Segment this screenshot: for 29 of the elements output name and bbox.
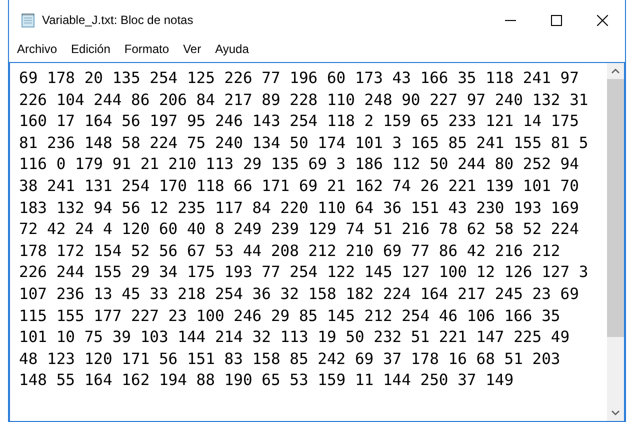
menu-item[interactable]: Formato <box>117 40 176 58</box>
scroll-up-icon[interactable] <box>611 68 620 74</box>
text-editor[interactable] <box>9 62 625 422</box>
text-line: 116 0 179 91 21 210 113 29 135 69 3 186 112 50 244 80 252 94 <box>19 154 579 176</box>
notepad-icon <box>20 12 36 28</box>
menu-item[interactable]: Edición <box>64 40 118 58</box>
text-line: 115 155 177 227 23 100 246 29 85 145 212 254 46 106 166 35 <box>19 306 560 327</box>
menu-item[interactable]: Ver <box>176 40 208 58</box>
text-line: 160 17 164 56 197 95 246 143 254 118 2 159 65 233 121 14 175 <box>19 111 579 132</box>
text-line: 183 132 94 56 12 235 117 84 220 110 64 36 151 43 230 193 169 <box>19 198 579 219</box>
maximize-icon <box>550 14 562 26</box>
close-icon <box>596 14 608 26</box>
window-title: Variable_J.txt: Bloc de notas <box>42 12 194 29</box>
scroll-down-icon[interactable] <box>611 410 620 416</box>
scrollbar-thumb[interactable] <box>607 79 624 337</box>
text-line: 48 123 120 171 56 151 83 158 85 242 69 37 178 16 68 51 203 <box>19 348 560 370</box>
text-line: 178 172 154 52 56 67 53 44 208 212 210 69 77 86 42 216 212 <box>19 240 560 262</box>
text-line: 107 236 13 45 33 218 254 36 32 158 182 224 164 217 245 23 69 <box>19 284 579 305</box>
scrollbar[interactable] <box>607 63 624 421</box>
text-line: 101 10 75 39 103 144 214 32 113 19 50 232 51 221 147 225 49 <box>19 327 570 348</box>
menu-item[interactable]: Ayuda <box>208 40 256 58</box>
text-line: 226 104 244 86 206 84 217 89 228 110 248 90 227 97 240 132 31 <box>19 90 588 111</box>
text-line: 72 42 24 4 120 60 40 8 249 239 129 74 51 216 78 62 58 52 224 <box>19 219 579 240</box>
text-line: 81 236 148 58 224 75 240 134 50 174 101 3 165 85 241 155 81 5 <box>19 132 588 154</box>
text-line: 69 178 20 135 254 125 226 77 196 60 173 43 166 35 118 241 97 <box>19 68 579 89</box>
text-line: 148 55 164 162 194 88 190 65 53 159 11 144 250 37 149 <box>19 370 514 392</box>
text-line: 38 241 131 254 170 118 66 171 69 21 162 74 26 221 139 101 70 <box>19 176 579 197</box>
menu-item[interactable]: Archivo <box>10 40 64 58</box>
text-line: 226 244 155 29 34 175 193 77 254 122 145 127 100 12 126 127 3 <box>19 262 588 284</box>
